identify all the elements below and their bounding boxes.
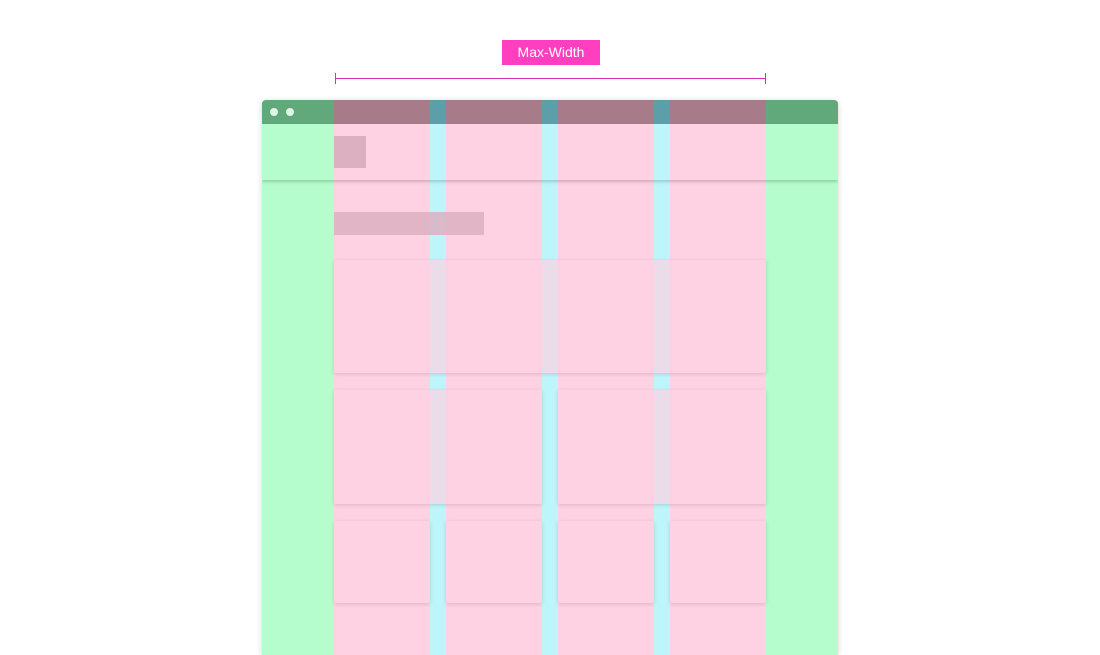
max-width-label: Max-Width <box>502 40 600 65</box>
max-width-left-tick <box>335 73 336 84</box>
page-title-placeholder <box>334 212 484 235</box>
max-width-measure-line <box>335 78 766 79</box>
bar-gutter-1 <box>430 100 446 124</box>
max-width-right-tick <box>765 73 766 84</box>
bar-column-2 <box>446 100 542 124</box>
window-close-dot-icon <box>270 108 278 116</box>
bar-gutter-3 <box>654 100 670 124</box>
bar-column-3 <box>558 100 654 124</box>
grid-gutter-2 <box>542 100 558 655</box>
browser-window <box>262 100 838 655</box>
quarter-card-3 <box>558 521 654 603</box>
grid-gutter-3 <box>654 100 670 655</box>
hero-card <box>334 260 766 373</box>
bar-column-4 <box>670 100 766 124</box>
browser-title-bar <box>262 100 838 124</box>
quarter-card-2 <box>446 521 542 603</box>
logo-placeholder <box>334 136 366 168</box>
half-card-right <box>558 390 766 504</box>
half-card-left <box>334 390 542 504</box>
window-minimize-dot-icon <box>286 108 294 116</box>
bar-column-1 <box>334 100 430 124</box>
quarter-card-1 <box>334 521 430 603</box>
bar-gutter-2 <box>542 100 558 124</box>
quarter-card-4 <box>670 521 766 603</box>
grid-gutter-1 <box>430 100 446 655</box>
